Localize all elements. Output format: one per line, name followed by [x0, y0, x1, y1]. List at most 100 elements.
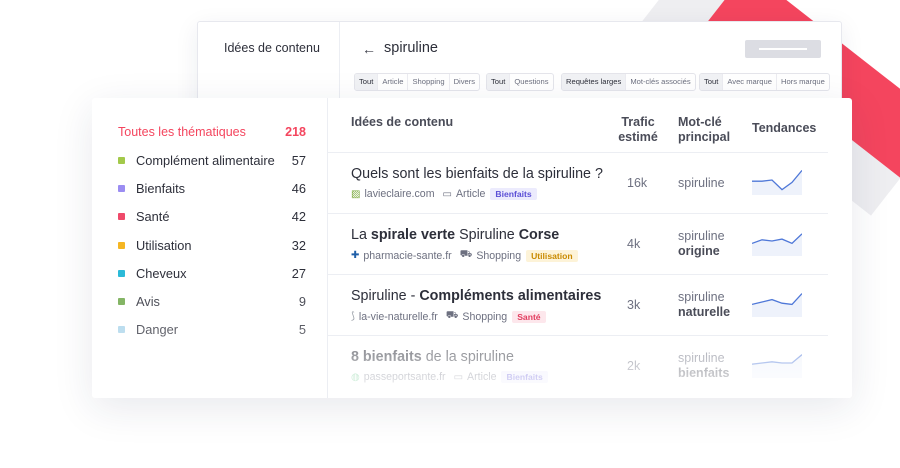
- row-site[interactable]: la-vie-naturelle.fr: [359, 311, 438, 323]
- filter-group-scope: Requêtes larges Mot-clés associés: [561, 73, 696, 91]
- row-meta: ▨ lavieclaire.com ▭ Article Bienfaits: [351, 188, 537, 200]
- row-title[interactable]: Spiruline - Compléments alimentaires: [351, 288, 601, 304]
- filter-type-shopping[interactable]: Shopping: [408, 74, 450, 90]
- row-traffic: 2k: [627, 359, 641, 373]
- table-row[interactable]: La spirale verte Spiruline Corse ✚ pharmac…: [328, 213, 828, 274]
- trend-area: [752, 233, 802, 256]
- filter-with-brand[interactable]: Avec marque: [723, 74, 777, 90]
- topic-label: Avis: [136, 294, 160, 309]
- row-type: Shopping: [476, 249, 522, 262]
- topic-count: 5: [298, 322, 306, 338]
- leaf-stroke-favicon-icon: ⟆: [351, 311, 355, 322]
- back-arrow-icon[interactable]: ←: [362, 41, 376, 57]
- topic-color-dot: [118, 185, 125, 193]
- trend-sparkline: [752, 354, 802, 378]
- row-title[interactable]: La spirale verte Spiruline Corse: [351, 227, 559, 243]
- row-title-part: Spiruline: [455, 227, 519, 243]
- sidebar-item-topic[interactable]: Complément alimentaire 57: [118, 153, 306, 168]
- sidebar-item-topic[interactable]: Santé 42: [118, 209, 306, 224]
- filter-group-brand: Tout Avec marque Hors marque: [699, 73, 830, 91]
- sidebar-item-topic[interactable]: Utilisation 32: [118, 238, 306, 253]
- column-header-traffic-line1: Trafic: [621, 115, 655, 129]
- sidebar-item-topic[interactable]: Cheveux 27: [118, 266, 306, 281]
- topic-label: Danger: [136, 322, 178, 338]
- sidebar-item-all-topics[interactable]: Toutes les thématiques 218: [118, 125, 306, 139]
- globe-favicon-icon: ◍: [351, 371, 360, 383]
- topics-sidebar: Toutes les thématiques 218 Complément al…: [92, 98, 327, 398]
- filter-type-all[interactable]: Tout: [355, 74, 379, 90]
- search-query[interactable]: spiruline: [384, 40, 438, 56]
- monitor-icon: ▭: [442, 188, 452, 200]
- row-site[interactable]: passeportsante.fr: [364, 371, 446, 383]
- row-title-part: Corse: [518, 227, 560, 243]
- trend-area: [752, 170, 802, 195]
- row-title[interactable]: 8 bienfaits de la spiruline: [351, 349, 514, 365]
- row-keyword-main: spiruline: [678, 290, 725, 304]
- topic-color-dot: [118, 269, 125, 277]
- row-keyword-main: spiruline: [678, 229, 725, 243]
- column-header-ideas: Idées de contenu: [351, 115, 454, 129]
- row-keyword-main: spiruline: [678, 351, 725, 365]
- column-header-keyword-line2: principal: [678, 130, 731, 144]
- topic-color-dot: [118, 213, 125, 221]
- row-title-part: 8 bienfaits: [351, 349, 422, 365]
- topic-count: 32: [291, 237, 306, 253]
- trend-sparkline: [752, 233, 802, 256]
- sidebar-item-topic[interactable]: Bienfaits 46: [118, 181, 306, 196]
- topic-label: Santé: [136, 209, 170, 225]
- filter-questions[interactable]: Questions: [510, 74, 552, 90]
- row-keyword: spiruline bienfaits: [678, 351, 729, 381]
- sidebar-item-topic[interactable]: Avis 9: [118, 294, 306, 309]
- topic-label: Complément alimentaire: [136, 153, 275, 168]
- topic-color-dot: [118, 241, 125, 249]
- filter-brand-all[interactable]: Tout: [700, 74, 724, 90]
- row-traffic: 4k: [627, 237, 641, 251]
- trend-area: [752, 354, 802, 378]
- sidebar-item-topic[interactable]: Danger 5: [118, 322, 306, 337]
- table-row[interactable]: Spiruline - Compléments alimentaires ⟆ la-…: [328, 274, 828, 335]
- row-title-part: Compléments alimentaires: [419, 288, 602, 304]
- topic-count: 57: [291, 153, 306, 168]
- row-keyword-suffix: bienfaits: [678, 366, 730, 380]
- trend-sparkline: [752, 169, 802, 195]
- topic-label: Cheveux: [136, 265, 187, 281]
- topic-count: 42: [291, 209, 306, 225]
- row-site[interactable]: lavieclaire.com: [364, 188, 434, 200]
- row-meta: ⟆ la-vie-naturelle.fr ⛟ Shopping Santé: [351, 310, 546, 323]
- shield-cross-favicon-icon: ✚: [351, 250, 360, 261]
- row-topic-badge: Santé: [512, 310, 546, 323]
- filter-type-article[interactable]: Article: [378, 74, 409, 90]
- row-keyword-suffix: origine: [678, 244, 720, 258]
- table-row[interactable]: Quels sont les bienfaits de la spiruline…: [328, 152, 828, 213]
- back-card-title: Idées de contenu: [224, 41, 320, 55]
- row-topic-badge: Bienfaits: [501, 371, 548, 383]
- placeholder-button[interactable]: [745, 40, 821, 58]
- filter-broad-queries[interactable]: Requêtes larges: [562, 74, 627, 90]
- leaf-favicon-icon: ▨: [351, 188, 361, 200]
- back-card-sidebar: Idées de contenu: [198, 22, 340, 110]
- filter-related-keywords[interactable]: Mot-clés associés: [626, 74, 694, 90]
- topic-color-dot: [118, 157, 125, 164]
- column-header-keyword-line1: Mot-clé: [678, 115, 722, 129]
- topic-label: Utilisation: [136, 237, 192, 253]
- column-header-keyword: Mot-clé principal: [678, 115, 730, 145]
- row-title-part: Spiruline -: [351, 288, 420, 304]
- filter-without-brand[interactable]: Hors marque: [777, 74, 829, 90]
- row-meta: ✚ pharmacie-sante.fr ⛟ Shopping Utilisation: [351, 249, 578, 262]
- cart-icon: ⛟: [445, 310, 459, 321]
- filter-type-misc[interactable]: Divers: [450, 74, 480, 90]
- row-topic-badge: Bienfaits: [490, 188, 537, 200]
- row-title-part: Quels sont les bienfaits de la spiruline…: [351, 166, 603, 182]
- row-keyword: spiruline origine: [678, 229, 725, 259]
- row-keyword: spiruline naturelle: [678, 290, 730, 320]
- filter-questions-all[interactable]: Tout: [487, 74, 511, 90]
- column-header-trends: Tendances: [752, 121, 817, 135]
- row-site[interactable]: pharmacie-sante.fr: [363, 250, 451, 262]
- table-row[interactable]: 8 bienfaits de la spiruline ◍ passeportsan…: [328, 335, 828, 396]
- row-meta: ◍ passeportsante.fr ▭ Article Bienfaits: [351, 371, 548, 383]
- row-traffic: 3k: [627, 298, 641, 312]
- trend-sparkline: [752, 293, 802, 317]
- topic-count: 9: [298, 294, 306, 309]
- row-title[interactable]: Quels sont les bienfaits de la spiruline…: [351, 166, 603, 182]
- sidebar-all-count: 218: [285, 125, 306, 139]
